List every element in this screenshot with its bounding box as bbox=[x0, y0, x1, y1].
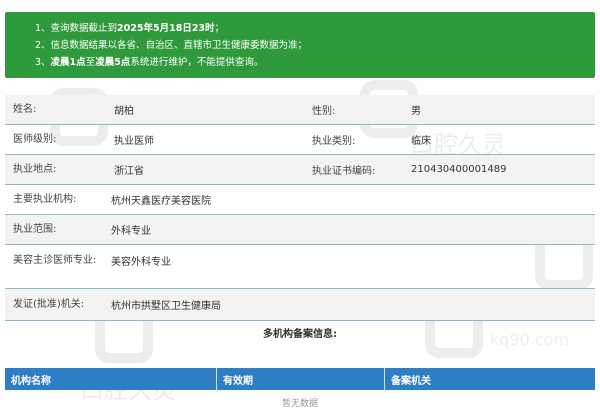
col-authority: 备案机关 bbox=[391, 375, 431, 387]
info-row-name: 姓名: 胡柏 性别: 男 bbox=[5, 95, 595, 125]
level-label: 医师级别: bbox=[13, 134, 57, 145]
multi-org-title: 多机构备案信息: bbox=[263, 329, 337, 340]
multi-org-table-header: 机构名称 有效期 备案机关 bbox=[5, 368, 595, 390]
info-row-beauty: 美容主诊医师专业: 美容外科专业 bbox=[5, 245, 595, 289]
info-row-org: 主要执业机构: 杭州天鑫医疗美容医院 bbox=[5, 185, 595, 215]
doctor-info-table: 姓名: 胡柏 性别: 男 医师级别: 执业医师 执业类别: 临床 执业地点: 浙… bbox=[5, 95, 595, 321]
gender-value: 男 bbox=[411, 106, 421, 117]
notice-line-2: 2、信息数据结果以各省、自治区、直辖市卫生健康委数据为准； bbox=[35, 40, 308, 51]
place-label: 执业地点: bbox=[13, 164, 57, 175]
info-row-level: 医师级别: 执业医师 执业类别: 临床 bbox=[5, 125, 595, 155]
beauty-value: 美容外科专业 bbox=[111, 257, 171, 268]
info-row-issuer: 发证(批准)机关: 杭州市拱墅区卫生健康局 bbox=[5, 289, 595, 321]
cert-value: 210430400001489 bbox=[411, 164, 507, 175]
notice-line-1: 1、查询数据截止到2025年5月18日23时； bbox=[35, 23, 225, 34]
empty-state: 暂无数据 bbox=[281, 399, 318, 409]
info-row-scope: 执业范围: 外科专业 bbox=[5, 215, 595, 245]
gender-label: 性别: bbox=[312, 106, 336, 117]
org-label: 主要执业机构: bbox=[13, 194, 77, 205]
scope-value: 外科专业 bbox=[111, 226, 151, 237]
notice-banner: 1、查询数据截止到2025年5月18日23时； 2、信息数据结果以各省、自治区、… bbox=[5, 12, 595, 78]
name-value: 胡柏 bbox=[114, 106, 134, 117]
category-value: 临床 bbox=[411, 136, 431, 147]
beauty-label: 美容主诊医师专业: bbox=[13, 255, 97, 266]
scope-label: 执业范围: bbox=[13, 224, 57, 235]
col-validity: 有效期 bbox=[217, 368, 385, 390]
notice-line-3: 3、凌晨1点至凌晨5点系统进行维护，不能提供查询。 bbox=[35, 57, 264, 68]
level-value: 执业医师 bbox=[114, 136, 154, 147]
col-org-name: 机构名称 bbox=[5, 368, 217, 390]
info-row-place: 执业地点: 浙江省 执业证书编码: 210430400001489 bbox=[5, 155, 595, 185]
cert-label: 执业证书编码: bbox=[312, 166, 376, 177]
name-label: 姓名: bbox=[13, 104, 37, 115]
org-value: 杭州天鑫医疗美容医院 bbox=[111, 196, 211, 207]
issuer-value: 杭州市拱墅区卫生健康局 bbox=[111, 301, 221, 312]
category-label: 执业类别: bbox=[312, 136, 356, 147]
place-value: 浙江省 bbox=[114, 166, 144, 177]
issuer-label: 发证(批准)机关: bbox=[13, 299, 85, 310]
